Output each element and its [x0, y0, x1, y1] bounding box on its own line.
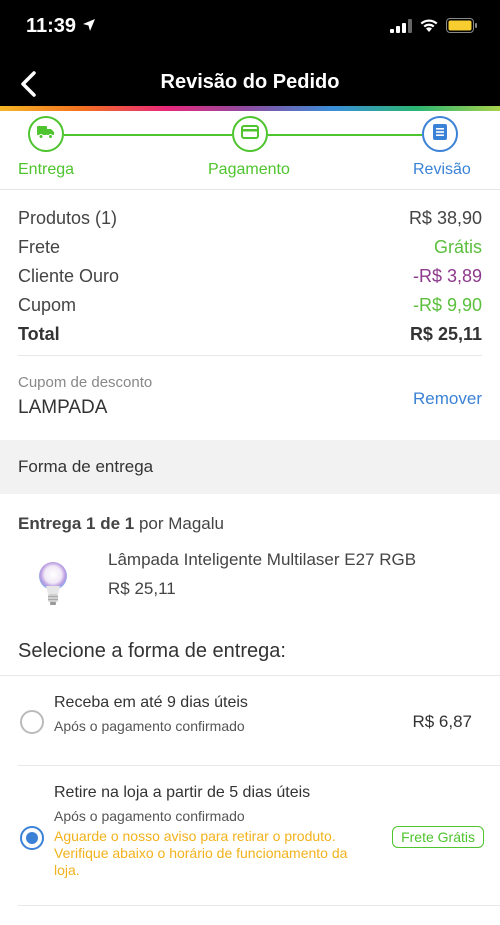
document-icon	[433, 123, 447, 145]
step-delivery[interactable]	[28, 116, 64, 152]
truck-icon	[37, 125, 55, 144]
summary-label: Frete	[18, 237, 61, 257]
shipment-count: Entrega 1 de 1	[18, 514, 135, 533]
step-payment[interactable]	[232, 116, 268, 152]
option-title: Retire na loja a partir de 5 dias úteis	[54, 784, 311, 801]
status-icons	[390, 18, 478, 38]
wifi-icon	[419, 18, 439, 38]
step-label-review: Revisão	[413, 161, 471, 178]
summary-label: Total	[18, 324, 60, 344]
pickup-notice: Aguarde o nosso aviso para retirar o pro…	[54, 828, 348, 878]
battery-icon	[446, 18, 478, 38]
summary-label: Produtos (1)	[18, 208, 118, 228]
summary-label: Cupom	[18, 295, 77, 315]
delivery-option-home[interactable]: Receba em até 9 dias úteis Após o pagame…	[18, 676, 500, 766]
delivery-options-title: Selecione a forma de entrega:	[0, 628, 500, 676]
step-connector	[64, 134, 232, 136]
summary-value: Grátis	[433, 237, 482, 257]
summary-row-gold-client: Cliente Ouro -R$ 3,89	[18, 262, 482, 291]
product-price: R$ 25,11	[108, 579, 176, 598]
smart-bulb-image	[36, 560, 70, 608]
section-header-delivery: Forma de entrega	[0, 440, 500, 494]
page-title: Revisão do Pedido	[160, 71, 340, 93]
step-connector	[268, 134, 422, 136]
summary-label: Cliente Ouro	[18, 266, 120, 286]
status-time: 11:39	[26, 15, 77, 37]
nav-bar: Revisão do Pedido	[0, 56, 500, 106]
step-label-delivery: Entrega	[18, 161, 75, 178]
summary-row-total: Total R$ 25,11	[18, 320, 482, 349]
order-summary: Produtos (1) R$ 38,90 Frete Grátis Clien…	[0, 190, 500, 355]
product-name: Lâmpada Inteligente Multilaser E27 RGB	[108, 550, 417, 569]
free-shipping-badge: Frete Grátis	[392, 826, 484, 848]
location-arrow-icon	[82, 18, 96, 37]
summary-value: R$ 25,11	[409, 324, 482, 344]
option-subtitle: Após o pagamento confirmado	[54, 808, 245, 824]
summary-row-shipping: Frete Grátis	[18, 233, 482, 262]
remove-coupon-button[interactable]: Remover	[413, 389, 482, 409]
shipment-title: Entrega 1 de 1 por Magalu	[0, 494, 500, 534]
summary-row-coupon: Cupom -R$ 9,90	[18, 291, 482, 320]
step-review[interactable]	[422, 116, 458, 152]
credit-card-icon	[241, 124, 259, 144]
checkout-stepper: Entrega Pagamento Revisão	[0, 111, 500, 189]
radio-button-selected[interactable]	[20, 826, 44, 850]
option-title: Receba em até 9 dias úteis	[54, 694, 248, 711]
status-bar: 11:39	[0, 0, 500, 56]
option-price: R$ 6,87	[412, 712, 472, 731]
option-subtitle: Após o pagamento confirmado	[54, 718, 245, 734]
delivery-option-store-pickup[interactable]: Retire na loja a partir de 5 dias úteis …	[18, 766, 500, 906]
summary-value: -R$ 9,90	[412, 295, 482, 315]
summary-value: R$ 38,90	[408, 208, 482, 228]
shipment-seller: por Magalu	[134, 514, 224, 533]
summary-row-products: Produtos (1) R$ 38,90	[18, 204, 482, 233]
step-label-payment: Pagamento	[208, 161, 290, 178]
top-bar: 11:39 Revisão do Pedido	[0, 0, 500, 106]
product-item: Lâmpada Inteligente Multilaser E27 RGB R…	[0, 534, 500, 624]
coupon-section: Cupom de desconto LAMPADA Remover	[18, 355, 482, 440]
radio-button[interactable]	[20, 710, 44, 734]
summary-value: -R$ 3,89	[412, 266, 482, 286]
signal-icon	[390, 18, 412, 38]
